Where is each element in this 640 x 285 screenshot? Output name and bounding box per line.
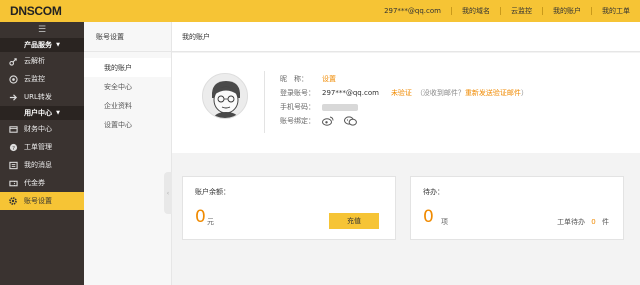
todo-unit: 项 xyxy=(441,218,448,226)
subnav-item-my-account[interactable]: 我的账户 xyxy=(84,58,171,77)
subnav-item-company-info[interactable]: 企业资料 xyxy=(84,96,171,115)
top-nav-account-email[interactable]: 297***@qq.com xyxy=(374,7,451,15)
nickname-label: 昵 称： xyxy=(280,75,308,83)
sidebar-section-label: 产品服务 xyxy=(24,41,53,49)
sidebar-item-messages[interactable]: 我的消息 xyxy=(0,156,84,174)
caret-down-icon: ▼ xyxy=(56,110,60,116)
finance-icon xyxy=(8,124,18,134)
ticket-todo-count: 0 xyxy=(591,218,596,226)
logo[interactable]: DNSCOM xyxy=(10,4,62,18)
ticket-todo-label: 工单待办 xyxy=(557,218,586,226)
verify-status: 未验证 xyxy=(390,89,412,97)
profile-info: 昵 称： 设置 登录账号： 297***@qq.com 未验证 （没收到邮件？ … xyxy=(280,73,528,129)
sidebar-item-finance[interactable]: 财务中心 xyxy=(0,120,84,138)
sidebar-item-label: URL转发 xyxy=(24,93,52,101)
sidebar-section-user-center[interactable]: 用户中心 ▼ xyxy=(0,106,84,120)
avatar[interactable] xyxy=(202,73,248,119)
balance-unit: 元 xyxy=(207,218,214,226)
sidebar-section-label: 用户中心 xyxy=(24,109,53,117)
recharge-button[interactable]: 充值 xyxy=(329,213,379,229)
sidebar-item-label: 代金券 xyxy=(24,179,45,187)
top-nav-my-domains[interactable]: 我的域名 xyxy=(451,7,500,15)
verify-hint: （没收到邮件？ xyxy=(415,89,465,97)
phone-value-redacted xyxy=(322,103,358,111)
subnav-item-security-center[interactable]: 安全中心 xyxy=(84,77,171,96)
account-settings-subnav: 账号设置 我的账户 安全中心 企业资料 设置中心 xyxy=(84,22,172,285)
main-sidebar: ☰ 产品服务 ▼ 云解析 云监控 URL转发 用户中心 ▼ 财务中心 ? 工单管… xyxy=(0,22,84,285)
todo-title: 待办： xyxy=(423,188,444,196)
sidebar-section-products[interactable]: 产品服务 ▼ xyxy=(0,38,84,52)
sidebar-item-coupons[interactable]: 代金券 xyxy=(0,174,84,192)
profile-panel: 昵 称： 设置 登录账号： 297***@qq.com 未验证 （没收到邮件？ … xyxy=(172,53,640,153)
phone-row: 手机号码： xyxy=(280,101,528,113)
sidebar-item-label: 我的消息 xyxy=(24,161,52,169)
balance-title: 账户余额： xyxy=(195,188,230,196)
login-account-label: 登录账号： xyxy=(280,89,315,97)
sidebar-item-label: 账号设置 xyxy=(24,197,52,205)
verify-hint-end: ） xyxy=(520,89,528,97)
sidebar-item-account-settings[interactable]: 账号设置 xyxy=(0,192,84,210)
collapse-subnav-handle[interactable]: ‹ xyxy=(164,172,172,214)
svg-text:?: ? xyxy=(12,145,15,151)
todo-count: 0 xyxy=(423,207,434,227)
sidebar-item-label: 云监控 xyxy=(24,75,45,83)
balance-card: 账户余额： 0 元 充值 xyxy=(182,176,396,240)
sidebar-item-label: 财务中心 xyxy=(24,125,52,133)
top-nav-my-account[interactable]: 我的账户 xyxy=(542,7,591,15)
sidebar-item-url-forward[interactable]: URL转发 xyxy=(0,88,84,106)
top-nav-my-tickets[interactable]: 我的工单 xyxy=(591,7,640,15)
wechat-icon[interactable] xyxy=(344,116,357,126)
account-binding-row: 账号绑定： xyxy=(280,115,528,127)
balance-value: 0 xyxy=(195,207,206,227)
phone-label: 手机号码： xyxy=(280,103,315,111)
page-title: 我的账户 xyxy=(172,22,640,52)
subnav-title: 账号设置 xyxy=(84,22,171,52)
profile-divider xyxy=(264,71,265,133)
sidebar-item-dns[interactable]: 云解析 xyxy=(0,52,84,70)
main-content: 我的账户 昵 称： 设置 登录账号： 297***@qq.com 未验证 （没收… xyxy=(172,22,640,285)
nickname-row: 昵 称： 设置 xyxy=(280,73,528,85)
sidebar-item-label: 云解析 xyxy=(24,57,45,65)
top-bar: DNSCOM 297***@qq.com 我的域名 云监控 我的账户 我的工单 xyxy=(0,0,640,22)
menu-toggle[interactable]: ☰ xyxy=(0,22,84,38)
account-binding-label: 账号绑定： xyxy=(280,117,315,125)
hamburger-icon: ☰ xyxy=(37,25,47,35)
resend-verification-link[interactable]: 重新发送验证邮件 xyxy=(465,88,521,98)
todo-card: 待办： 0 项 工单待办 0 件 xyxy=(410,176,624,240)
set-nickname-link[interactable]: 设置 xyxy=(322,74,336,84)
top-nav-cloud-monitor[interactable]: 云监控 xyxy=(500,7,542,15)
chevron-left-icon: ‹ xyxy=(166,189,170,197)
top-nav: 297***@qq.com 我的域名 云监控 我的账户 我的工单 xyxy=(374,0,640,22)
login-account-value: 297***@qq.com xyxy=(322,89,379,97)
ticket-todo[interactable]: 工单待办 0 件 xyxy=(557,217,609,227)
caret-down-icon: ▼ xyxy=(56,42,60,48)
ticket-todo-unit: 件 xyxy=(602,218,609,226)
weibo-icon[interactable] xyxy=(322,116,334,126)
sidebar-item-tickets[interactable]: ? 工单管理 xyxy=(0,138,84,156)
sidebar-item-monitor[interactable]: 云监控 xyxy=(0,70,84,88)
forward-icon xyxy=(8,92,18,102)
coupon-icon xyxy=(8,178,18,188)
message-icon xyxy=(8,160,18,170)
user-avatar-illustration xyxy=(203,74,247,118)
sidebar-item-label: 工单管理 xyxy=(24,143,52,151)
gear-icon xyxy=(8,196,18,206)
monitor-icon xyxy=(8,74,18,84)
dns-icon xyxy=(8,56,18,66)
subnav-item-settings-center[interactable]: 设置中心 xyxy=(84,115,171,134)
ticket-icon: ? xyxy=(8,142,18,152)
login-account-row: 登录账号： 297***@qq.com 未验证 （没收到邮件？ 重新发送验证邮件… xyxy=(280,87,528,99)
